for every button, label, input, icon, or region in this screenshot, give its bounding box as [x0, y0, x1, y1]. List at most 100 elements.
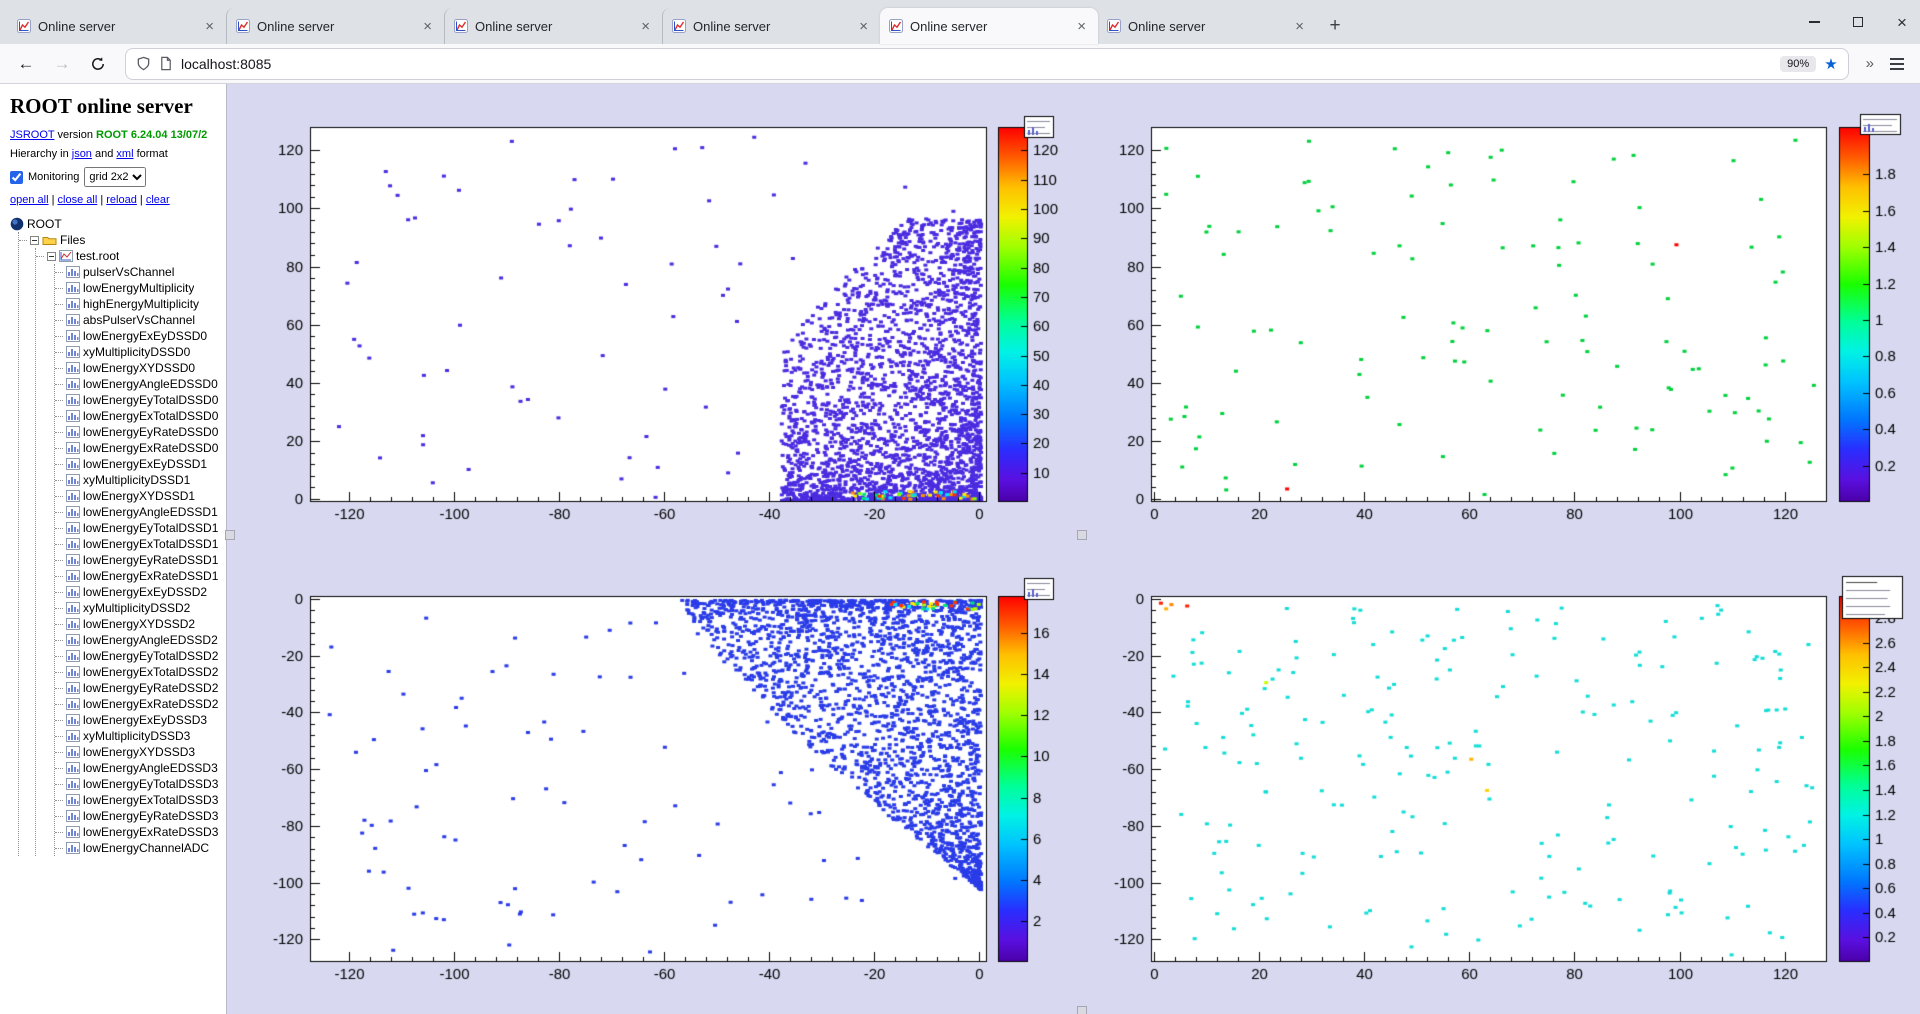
- collapse-icon[interactable]: [47, 252, 56, 261]
- histogram-pad-top-left[interactable]: [227, 84, 1082, 535]
- tree-item[interactable]: xyMultiplicityDSSD0: [55, 344, 222, 360]
- browser-tab[interactable]: Online server×: [8, 8, 226, 44]
- tab-favicon-icon: [454, 19, 468, 33]
- histogram-icon: [66, 314, 80, 326]
- tree-item-label: lowEnergyExTotalDSSD1: [83, 537, 218, 551]
- tree-item-label: lowEnergyEyTotalDSSD0: [83, 393, 218, 407]
- tree-item[interactable]: lowEnergyXYDSSD0: [55, 360, 222, 376]
- hierarchy-action-link[interactable]: clear: [146, 194, 170, 206]
- hierarchy-action-link[interactable]: close all: [58, 194, 98, 206]
- histogram-icon: [66, 362, 80, 374]
- tree-item[interactable]: lowEnergyAngleEDSSD0: [55, 376, 222, 392]
- new-tab-button[interactable]: +: [1320, 11, 1350, 41]
- tree-item[interactable]: lowEnergyExRateDSSD2: [55, 696, 222, 712]
- tree-item[interactable]: lowEnergyExRateDSSD0: [55, 440, 222, 456]
- overflow-chevron-icon[interactable]: »: [1862, 55, 1878, 72]
- histogram-icon: [66, 730, 80, 742]
- tree-item[interactable]: lowEnergyExTotalDSSD2: [55, 664, 222, 680]
- bookmark-star-icon[interactable]: ★: [1824, 55, 1837, 73]
- tab-close-icon[interactable]: ×: [856, 18, 871, 35]
- tree-item[interactable]: lowEnergyXYDSSD1: [55, 488, 222, 504]
- tree-item-files[interactable]: Files: [19, 232, 222, 248]
- tree-item[interactable]: lowEnergyEyRateDSSD0: [55, 424, 222, 440]
- tree-item[interactable]: lowEnergyAngleEDSSD1: [55, 504, 222, 520]
- hierarchy-line: Hierarchy in json and xml format: [10, 148, 222, 160]
- tree-item[interactable]: lowEnergyExRateDSSD1: [55, 568, 222, 584]
- tree-item[interactable]: lowEnergyEyTotalDSSD0: [55, 392, 222, 408]
- browser-tab[interactable]: Online server ×: [444, 8, 662, 44]
- histogram-icon: [66, 746, 80, 758]
- grid-resize-handle[interactable]: [1077, 1006, 1087, 1014]
- tree-item[interactable]: highEnergyMultiplicity: [55, 296, 222, 312]
- tree-item[interactable]: lowEnergyEyRateDSSD3: [55, 808, 222, 824]
- forward-button[interactable]: →: [48, 50, 76, 78]
- browser-tab[interactable]: Online server ×: [226, 8, 444, 44]
- histogram-icon: [66, 794, 80, 806]
- tree-item[interactable]: pulserVsChannel: [55, 264, 222, 280]
- tab-close-icon[interactable]: ×: [638, 18, 653, 35]
- jsroot-link[interactable]: JSROOT: [10, 129, 54, 141]
- grid-resize-handle[interactable]: [225, 530, 235, 540]
- tree-item[interactable]: lowEnergyChannelADC: [55, 840, 222, 856]
- tree-item[interactable]: lowEnergyMultiplicity: [55, 280, 222, 296]
- layout-select[interactable]: grid 2x2: [84, 167, 146, 187]
- tree-item[interactable]: lowEnergyXYDSSD2: [55, 616, 222, 632]
- histogram-pad-bottom-left[interactable]: [227, 535, 1082, 1014]
- tree-item[interactable]: absPulserVsChannel: [55, 312, 222, 328]
- browser-tab[interactable]: Online server×: [1098, 8, 1316, 44]
- tree-item[interactable]: lowEnergyEyTotalDSSD1: [55, 520, 222, 536]
- url-bar[interactable]: localhost:8085 90% ★: [126, 49, 1848, 79]
- tree-item[interactable]: lowEnergyExEyDSSD1: [55, 456, 222, 472]
- tab-close-icon[interactable]: ×: [1292, 18, 1307, 35]
- close-window-button[interactable]: ×: [1894, 14, 1910, 30]
- collapse-icon[interactable]: [30, 236, 39, 245]
- maximize-button[interactable]: [1850, 14, 1866, 30]
- tree-item-root[interactable]: ROOT: [10, 216, 222, 232]
- histogram-icon: [66, 778, 80, 790]
- hierarchy-action-link[interactable]: open all: [10, 194, 49, 206]
- zoom-level-badge[interactable]: 90%: [1780, 56, 1816, 72]
- tree-item[interactable]: lowEnergyExRateDSSD3: [55, 824, 222, 840]
- tab-title: Online server: [257, 19, 413, 34]
- tree-item[interactable]: lowEnergyEyTotalDSSD2: [55, 648, 222, 664]
- tree-item[interactable]: lowEnergyExTotalDSSD0: [55, 408, 222, 424]
- histogram-pad-top-right[interactable]: [1082, 84, 1920, 535]
- tab-close-icon[interactable]: ×: [420, 18, 435, 35]
- tab-title: Online server: [910, 19, 1067, 34]
- reload-button[interactable]: [84, 50, 112, 78]
- tree-item[interactable]: lowEnergyAngleEDSSD3: [55, 760, 222, 776]
- json-link[interactable]: json: [72, 148, 92, 160]
- tree-item[interactable]: lowEnergyEyTotalDSSD3: [55, 776, 222, 792]
- tree-item[interactable]: xyMultiplicityDSSD3: [55, 728, 222, 744]
- histogram-icon: [66, 298, 80, 310]
- tree-item[interactable]: xyMultiplicityDSSD2: [55, 600, 222, 616]
- tree-item[interactable]: lowEnergyExEyDSSD0: [55, 328, 222, 344]
- grid-resize-handle[interactable]: [1077, 530, 1087, 540]
- tab-title: Online server: [475, 19, 631, 34]
- tree-item[interactable]: lowEnergyExEyDSSD2: [55, 584, 222, 600]
- monitoring-checkbox[interactable]: [10, 171, 23, 184]
- browser-tab[interactable]: Online server×: [662, 8, 880, 44]
- tree-item-label: lowEnergyExEyDSSD3: [83, 713, 207, 727]
- minimize-button[interactable]: [1806, 14, 1822, 30]
- tree-item[interactable]: lowEnergyExTotalDSSD1: [55, 536, 222, 552]
- tree-item[interactable]: lowEnergyXYDSSD3: [55, 744, 222, 760]
- tab-close-icon[interactable]: ×: [1074, 18, 1089, 35]
- tree-item[interactable]: lowEnergyEyRateDSSD1: [55, 552, 222, 568]
- xml-link[interactable]: xml: [116, 148, 133, 160]
- hierarchy-action-link[interactable]: reload: [106, 194, 137, 206]
- tree-item[interactable]: xyMultiplicityDSSD1: [55, 472, 222, 488]
- menu-hamburger-icon[interactable]: [1886, 54, 1908, 74]
- histogram-icon: [66, 490, 80, 502]
- back-button[interactable]: ←: [12, 50, 40, 78]
- browser-tab[interactable]: Online server ×: [880, 8, 1098, 44]
- tab-close-icon[interactable]: ×: [202, 18, 217, 35]
- tree-item[interactable]: lowEnergyExEyDSSD3: [55, 712, 222, 728]
- tree-item[interactable]: lowEnergyEyRateDSSD2: [55, 680, 222, 696]
- tree-item[interactable]: lowEnergyAngleEDSSD2: [55, 632, 222, 648]
- tree-item-label: lowEnergyEyRateDSSD1: [83, 553, 218, 567]
- tree-item[interactable]: lowEnergyExTotalDSSD3: [55, 792, 222, 808]
- histogram-pad-bottom-right[interactable]: [1082, 535, 1920, 1014]
- root-version-text: ROOT 6.24.04 13/07/2: [96, 129, 207, 141]
- tree-item-file[interactable]: test.root: [36, 248, 222, 264]
